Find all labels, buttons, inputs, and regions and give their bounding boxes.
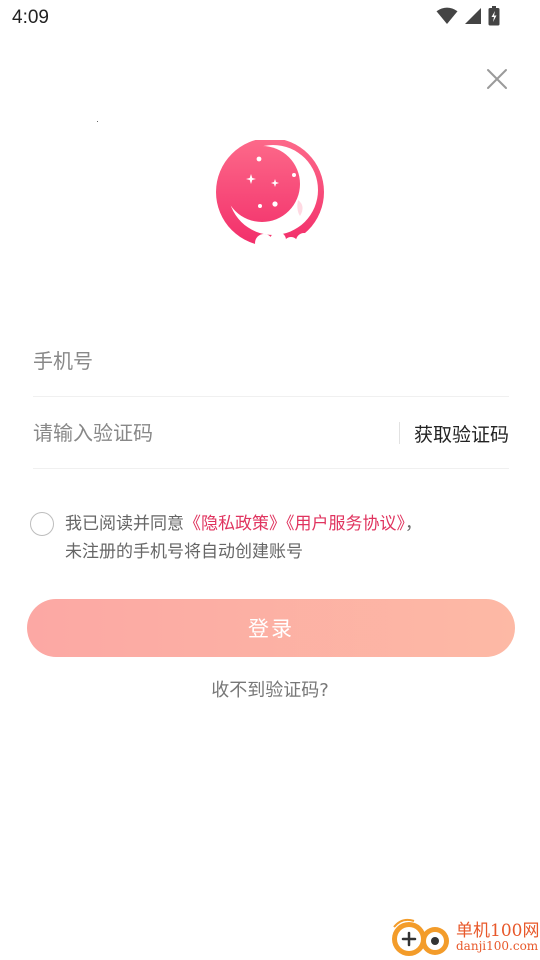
login-button-label: 登录 bbox=[248, 617, 294, 641]
agreement-checkbox[interactable] bbox=[30, 512, 54, 536]
crescent-moon-stars-icon bbox=[214, 138, 328, 256]
agreement-suffix: ， bbox=[405, 514, 422, 534]
status-bar: 4:09 bbox=[0, 0, 540, 36]
login-button[interactable]: 登录 bbox=[27, 599, 515, 657]
watermark: 单机100网 danji100.com bbox=[390, 915, 540, 960]
get-code-button[interactable]: 获取验证码 bbox=[414, 420, 509, 447]
divider bbox=[398, 422, 400, 444]
no-code-received-link[interactable]: 收不到验证码? bbox=[0, 676, 540, 702]
login-screen: 4:09 手机号 请输入验证码 获取验证码 我已阅读并同意《隐私政策》《用户服务… bbox=[0, 0, 540, 960]
phone-row bbox=[33, 326, 509, 397]
status-icons bbox=[436, 6, 500, 30]
watermark-name: 单机100网 bbox=[456, 921, 540, 941]
user-service-agreement-link[interactable]: 《用户服务协议》 bbox=[286, 514, 405, 534]
status-time: 4:09 bbox=[12, 7, 49, 28]
agreement-text: 我已阅读并同意《隐私政策》《用户服务协议》， 未注册的手机号将自动创建账号 bbox=[65, 510, 510, 566]
verification-code-row: 获取验证码 bbox=[33, 398, 509, 469]
phone-number-input[interactable] bbox=[33, 349, 509, 373]
privacy-policy-link[interactable]: 《隐私政策》 bbox=[184, 514, 286, 534]
verification-code-input[interactable] bbox=[33, 421, 399, 445]
battery-charging-icon bbox=[488, 6, 500, 30]
auto-register-note: 未注册的手机号将自动创建账号 bbox=[65, 542, 303, 562]
decorative-dot bbox=[97, 121, 98, 122]
agreement-prefix: 我已阅读并同意 bbox=[65, 514, 184, 534]
danji100-logo-icon bbox=[390, 915, 452, 960]
cellular-signal-icon bbox=[464, 7, 482, 29]
close-icon bbox=[486, 68, 508, 94]
watermark-domain: danji100.com bbox=[456, 939, 539, 953]
app-logo bbox=[214, 138, 328, 252]
close-button[interactable] bbox=[482, 66, 512, 96]
wifi-icon bbox=[436, 7, 458, 29]
